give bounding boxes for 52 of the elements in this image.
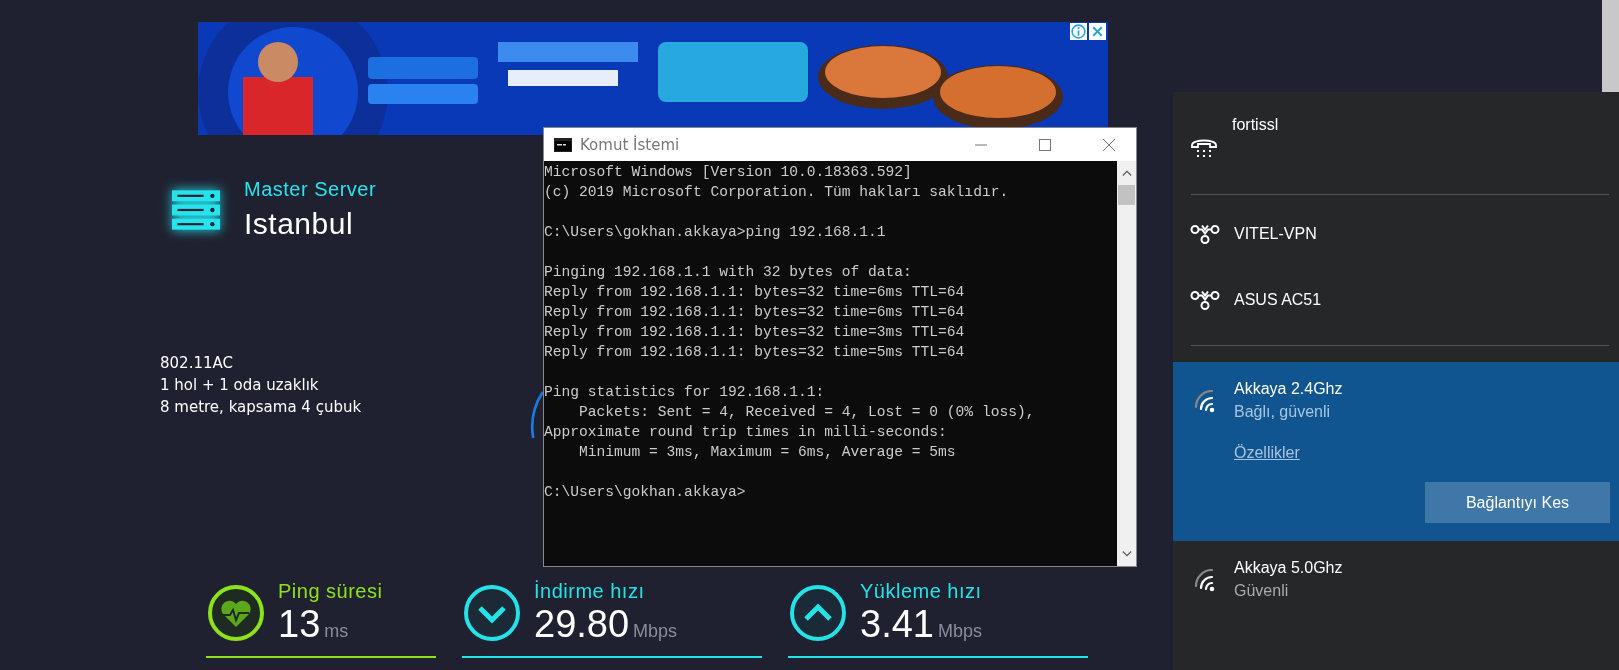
server-label: Master Server (244, 178, 377, 201)
note-text: 802.11AC (160, 353, 234, 374)
console-line: C:\Users\gokhan.akkaya> (544, 483, 747, 502)
console-line: Approximate round trip times in milli-seconds: (544, 423, 948, 442)
network-item[interactable]: Akkaya 5.0Ghz Güvenli (1173, 541, 1619, 617)
network-name: ASUS AC51 (1234, 290, 1322, 310)
network-name: Akkaya 2.4Ghz (1234, 379, 1343, 399)
close-icon[interactable] (1102, 137, 1116, 152)
network-name: VITEL-VPN (1234, 224, 1317, 244)
console-line: Pinging 192.168.1.1 with 32 bytes of data: (544, 263, 913, 282)
console-line: Minimum = 3ms, Maximum = 6ms, Average = 5ms (578, 443, 957, 462)
network-status: Bağlı, güvenli (1234, 402, 1332, 422)
console-line: Reply from 192.168.1.1: bytes=32 time=3ms TTL=64 (544, 323, 966, 342)
properties-link[interactable]: Özellikler (1234, 444, 1300, 462)
network-item[interactable]: fortissl (1173, 92, 1619, 194)
info-icon[interactable] (1070, 23, 1087, 40)
metric-value: 3.41 (860, 603, 934, 646)
metric-value: 29.80 (534, 603, 630, 646)
scrollbar[interactable] (1602, 0, 1619, 92)
metric-label: İndirme hızı (534, 580, 646, 603)
metric-unit: Mbps (937, 621, 982, 642)
server-location: Istanbul (244, 207, 355, 241)
console-line: Microsoft Windows [Version 10.0.18363.592] (544, 163, 913, 182)
maximize-icon[interactable] (1038, 137, 1052, 152)
terminal-icon (554, 137, 572, 152)
network-status: Güvenli (1234, 581, 1290, 601)
scrollbar-thumb[interactable] (1118, 185, 1135, 205)
note-text: 8 metre, kapsama 4 çubuk (160, 397, 362, 418)
note-text: 1 hol + 1 oda uzaklık (160, 375, 320, 396)
window-title: Komut İstemi (580, 135, 680, 154)
scroll-down-icon[interactable] (1121, 550, 1132, 558)
console-line: Reply from 192.168.1.1: bytes=32 time=5ms TTL=64 (544, 343, 966, 362)
close-icon[interactable] (1089, 23, 1106, 40)
metric-label: Yükleme hızı (860, 580, 982, 603)
console-line: Packets: Sent = 4, Received = 4, Lost = 0 (0% loss), (578, 403, 1036, 422)
network-item[interactable]: Akkaya 2.4Ghz Bağlı, güvenli Özellikler Bağlantıyı Kes (1173, 362, 1619, 541)
server-icon (172, 190, 220, 230)
scroll-up-icon[interactable] (1121, 169, 1132, 177)
metric-label: Ping süresi (278, 580, 383, 603)
metric-unit: ms (324, 621, 349, 642)
console-line: Ping statistics for 192.168.1.1: (544, 383, 826, 402)
disconnect-button[interactable]: Bağlantıyı Kes (1425, 482, 1610, 523)
metric-unit: Mbps (633, 621, 678, 642)
console-line: Reply from 192.168.1.1: bytes=32 time=6ms TTL=64 (544, 283, 966, 302)
console-line: Reply from 192.168.1.1: bytes=32 time=6ms TTL=64 (544, 303, 966, 322)
network-name: fortissl (1232, 115, 1279, 135)
console-line: C:\Users\gokhan.akkaya>ping 192.168.1.1 (544, 223, 887, 242)
network-item[interactable]: ASUS AC51 (1173, 261, 1619, 345)
network-name: Akkaya 5.0Ghz (1234, 558, 1343, 578)
network-item[interactable]: VITEL-VPN (1173, 195, 1619, 261)
console-line: (c) 2019 Microsoft Corporation. Tüm hakları saklıdır. (544, 183, 1010, 202)
metric-value: 13 (278, 603, 321, 646)
